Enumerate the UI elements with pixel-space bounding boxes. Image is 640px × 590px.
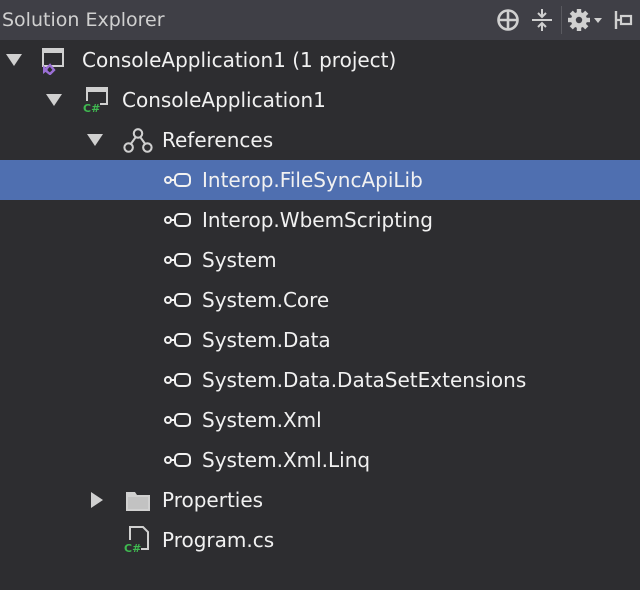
solution-explorer-panel: Solution Explorer ConsoleApplication1 (1…	[0, 0, 640, 590]
reference-label: System.Core	[202, 288, 330, 312]
toolbar-separator	[561, 6, 562, 34]
panel-title: Solution Explorer	[2, 9, 165, 31]
reference-label: System.Data.DataSetExtensions	[202, 368, 527, 392]
reference-item[interactable]: Interop.FileSyncApiLib	[0, 160, 640, 200]
tree-row-program-cs[interactable]: C# Program.cs	[0, 520, 640, 560]
csharp-badge: C#	[124, 542, 141, 555]
assembly-reference-icon	[163, 240, 193, 280]
collapsed-arrow-icon[interactable]	[86, 480, 108, 520]
collapse-all-icon	[532, 9, 552, 31]
panel-toolbar	[491, 0, 640, 40]
csharp-file-icon: C#	[121, 520, 151, 560]
reference-item[interactable]: System.Xml	[0, 400, 640, 440]
program-label: Program.cs	[162, 528, 275, 552]
reference-label: System	[202, 248, 277, 272]
tree-row-references[interactable]: References	[0, 120, 640, 160]
assembly-reference-icon	[163, 280, 193, 320]
assembly-reference-icon	[163, 200, 193, 240]
expanded-arrow-icon[interactable]	[43, 80, 65, 120]
pin-button[interactable]	[608, 0, 640, 40]
properties-label: Properties	[162, 488, 264, 512]
expanded-arrow-icon[interactable]	[3, 40, 25, 80]
folder-icon	[123, 480, 153, 520]
properties-gear-button[interactable]	[564, 0, 608, 40]
reference-item[interactable]: System.Core	[0, 280, 640, 320]
solution-label: ConsoleApplication1 (1 project)	[82, 48, 397, 72]
csharp-badge: C#	[83, 102, 100, 115]
solution-icon	[38, 40, 68, 80]
tree-row-properties[interactable]: Properties	[0, 480, 640, 520]
reference-item[interactable]: Interop.WbemScripting	[0, 200, 640, 240]
references-icon	[123, 120, 153, 160]
panel-titlebar: Solution Explorer	[0, 0, 640, 40]
csharp-project-icon: C#	[80, 80, 110, 120]
tree-row-project[interactable]: C# ConsoleApplication1	[0, 80, 640, 120]
assembly-reference-icon	[163, 320, 193, 360]
reference-item[interactable]: System	[0, 240, 640, 280]
reference-label: System.Data	[202, 328, 331, 352]
expanded-arrow-icon[interactable]	[84, 120, 106, 160]
references-label: References	[162, 128, 274, 152]
sync-with-document-icon	[497, 9, 519, 31]
reference-label: System.Xml	[202, 408, 322, 432]
sync-with-document-button[interactable]	[491, 0, 525, 40]
project-label: ConsoleApplication1	[122, 88, 326, 112]
assembly-reference-icon	[163, 360, 193, 400]
reference-item[interactable]: System.Data.DataSetExtensions	[0, 360, 640, 400]
tree-row-solution[interactable]: ConsoleApplication1 (1 project)	[0, 40, 640, 80]
reference-label: Interop.WbemScripting	[202, 208, 433, 232]
pin-icon	[614, 11, 633, 29]
assembly-reference-icon	[163, 160, 193, 200]
assembly-reference-icon	[163, 440, 193, 480]
assembly-reference-icon	[163, 400, 193, 440]
reference-label: Interop.FileSyncApiLib	[202, 168, 423, 192]
properties-gear-icon	[568, 9, 602, 31]
reference-item[interactable]: System.Data	[0, 320, 640, 360]
reference-label: System.Xml.Linq	[202, 448, 371, 472]
collapse-all-button[interactable]	[525, 0, 559, 40]
reference-item[interactable]: System.Xml.Linq	[0, 440, 640, 480]
solution-tree: ConsoleApplication1 (1 project) C# Conso…	[0, 40, 640, 560]
